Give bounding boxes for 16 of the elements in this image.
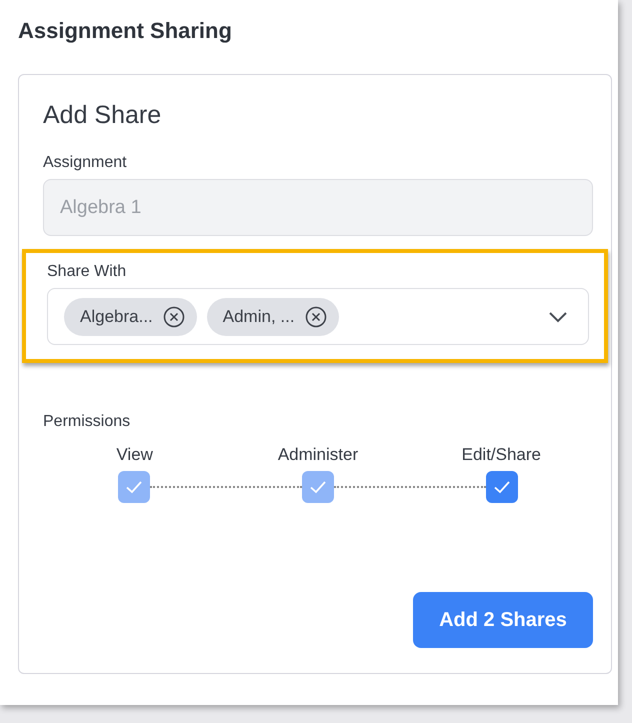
recipient-chip[interactable]: Admin, ... xyxy=(206,298,339,336)
remove-icon[interactable] xyxy=(162,306,185,328)
share-with-select[interactable]: Algebra... Admin, ... xyxy=(47,288,589,345)
permission-label: Administer xyxy=(278,445,358,465)
add-shares-button[interactable]: Add 2 Shares xyxy=(413,592,593,648)
card-title: Add Share xyxy=(43,101,162,130)
chevron-down-icon[interactable] xyxy=(548,310,568,322)
field-label: Assignment xyxy=(43,154,128,172)
field-label: Share With xyxy=(47,263,128,281)
permission-label: Edit/Share xyxy=(462,445,542,465)
remove-icon[interactable] xyxy=(304,306,327,328)
recipient-chip[interactable]: Algebra... xyxy=(64,298,197,336)
page-title: Assignment Sharing xyxy=(18,18,233,44)
permission-checkbox[interactable] xyxy=(486,471,518,503)
section-label: Permissions xyxy=(43,413,132,431)
permission-label: View xyxy=(116,445,153,465)
